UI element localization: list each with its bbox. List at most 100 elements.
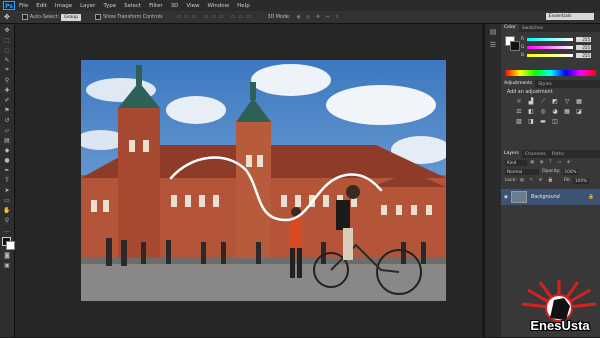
threshold-icon[interactable]: ◨ bbox=[527, 118, 535, 125]
stamp-icon[interactable]: ⚑ bbox=[2, 106, 12, 114]
layer-kind-filter[interactable]: Kind bbox=[505, 159, 527, 166]
tab-paths[interactable]: Paths bbox=[549, 152, 567, 157]
blend-mode-select[interactable]: Normal bbox=[505, 168, 539, 175]
menu-3d[interactable]: 3D bbox=[171, 3, 179, 9]
levels-icon[interactable]: ▟ bbox=[527, 98, 535, 105]
channel-mixer-icon[interactable]: ◕ bbox=[551, 108, 559, 115]
workspace-select[interactable]: Essentials bbox=[546, 13, 594, 20]
red-value[interactable]: 255 bbox=[576, 36, 591, 42]
auto-select-checkbox[interactable] bbox=[21, 14, 28, 20]
lasso-icon[interactable]: ◌ bbox=[2, 46, 12, 54]
type-icon[interactable]: T bbox=[2, 176, 12, 184]
quick-select-icon[interactable]: ✎ bbox=[2, 56, 12, 64]
blue-slider-track[interactable] bbox=[527, 53, 573, 57]
blue-slider[interactable]: B 255 bbox=[521, 51, 600, 59]
exposure-icon[interactable]: ◩ bbox=[551, 98, 559, 105]
green-slider[interactable]: G 255 bbox=[521, 43, 600, 51]
hue-saturation-icon[interactable]: ▦ bbox=[575, 98, 583, 105]
auto-select-option[interactable]: Auto-Select: Group bbox=[21, 13, 81, 21]
menu-view[interactable]: View bbox=[186, 3, 199, 9]
layers-panel: Kind ▣ ◉ T ▭ ◈ Normal Opacity: 100% Lock… bbox=[501, 158, 600, 205]
show-transform-checkbox[interactable] bbox=[94, 14, 101, 20]
invert-icon[interactable]: ◪ bbox=[575, 108, 583, 115]
red-slider-track[interactable] bbox=[527, 37, 573, 41]
gradient-map-icon[interactable]: ▬ bbox=[539, 118, 547, 125]
layer-filter-row: Kind ▣ ◉ T ▭ ◈ bbox=[501, 158, 600, 167]
selective-color-icon[interactable]: ◫ bbox=[551, 118, 559, 125]
menu-window[interactable]: Window bbox=[207, 3, 229, 9]
layer-background[interactable]: ◉ Background 🔒 bbox=[501, 189, 600, 205]
eyedropper-icon[interactable]: ⚲ bbox=[2, 76, 12, 84]
menu-edit[interactable]: Edit bbox=[36, 3, 47, 9]
menu-select[interactable]: Select bbox=[124, 3, 141, 9]
color-balance-icon[interactable]: ⚖ bbox=[515, 108, 523, 115]
auto-select-dropdown[interactable]: Group bbox=[61, 13, 81, 21]
fill-label: Fill: bbox=[563, 178, 571, 183]
dodge-icon[interactable]: ● bbox=[2, 156, 12, 164]
menu-layer[interactable]: Layer bbox=[80, 3, 95, 9]
eraser-icon[interactable]: ▱ bbox=[2, 126, 12, 134]
lock-icons[interactable]: ▦ ✎ ✥ 🔒 bbox=[520, 178, 556, 183]
layer-filter-icons[interactable]: ▣ ◉ T ▭ ◈ bbox=[530, 160, 572, 165]
gradient-icon[interactable]: ▤ bbox=[2, 136, 12, 144]
layer-lock-icon: 🔒 bbox=[588, 194, 594, 200]
healing-icon[interactable]: ✚ bbox=[2, 86, 12, 94]
brightness-icon[interactable]: ☼ bbox=[515, 98, 523, 105]
visibility-eye-icon[interactable]: ◉ bbox=[501, 195, 511, 200]
3d-mode-icons[interactable]: ◉ ◎ ✥ ⇔ ⇳ bbox=[296, 15, 341, 20]
background-color[interactable] bbox=[5, 241, 15, 250]
curves-icon[interactable]: ⟋ bbox=[539, 98, 547, 105]
red-slider[interactable]: R 255 bbox=[521, 35, 600, 43]
brush-icon[interactable]: ✐ bbox=[2, 96, 12, 104]
hand-icon[interactable]: ✋ bbox=[2, 206, 12, 214]
menu-filter[interactable]: Filter bbox=[149, 3, 163, 9]
tab-color[interactable]: Color bbox=[501, 24, 519, 32]
path-select-icon[interactable]: ➤ bbox=[2, 186, 12, 194]
adjustment-icons: ☼ ▟ ⟋ ◩ ▽ ▦ ⚖ ◧ ◎ ◕ ▦ ◪ ▨ ◨ ▬ ◫ bbox=[515, 98, 600, 126]
menu-image[interactable]: Image bbox=[55, 3, 72, 9]
fill-value[interactable]: 100% bbox=[573, 177, 589, 184]
tab-styles[interactable]: Styles bbox=[535, 82, 555, 87]
green-slider-track[interactable] bbox=[527, 45, 573, 49]
posterize-icon[interactable]: ▨ bbox=[515, 118, 523, 125]
tab-adjustments[interactable]: Adjustments bbox=[501, 80, 536, 88]
tab-channels[interactable]: Channels bbox=[522, 152, 549, 157]
tab-layers[interactable]: Layers bbox=[501, 150, 522, 158]
crop-icon[interactable]: ⌗ bbox=[2, 66, 12, 74]
align-icons[interactable]: ▭▭▭ ▭▭▭ ▭▭▭ bbox=[177, 15, 254, 20]
marquee-icon[interactable]: ⬚ bbox=[2, 36, 12, 44]
show-transform-option[interactable]: Show Transform Controls bbox=[94, 14, 163, 20]
color-spectrum[interactable] bbox=[505, 70, 596, 76]
color-panel-tabs: Color Swatches bbox=[501, 24, 600, 32]
more-tools-icon[interactable]: … bbox=[2, 226, 12, 234]
tools-panel: ✥ ⬚ ◌ ✎ ⌗ ⚲ ✚ ✐ ⚑ ↺ ▱ ▤ ◆ ● ✒ T ➤ ▭ ✋ ⚲ … bbox=[0, 24, 15, 337]
green-value[interactable]: 255 bbox=[576, 44, 591, 50]
adjustments-panel-tabs: Adjustments Styles bbox=[501, 80, 600, 88]
document-canvas[interactable] bbox=[81, 60, 446, 301]
layer-name[interactable]: Background bbox=[531, 195, 588, 200]
history-panel-icon[interactable]: ▤ bbox=[488, 27, 498, 37]
color-background-swatch[interactable] bbox=[510, 41, 520, 51]
blue-value[interactable]: 255 bbox=[576, 52, 591, 58]
menu-type[interactable]: Type bbox=[103, 3, 116, 9]
shape-icon[interactable]: ▭ bbox=[2, 196, 12, 204]
color-swatches[interactable] bbox=[1, 237, 15, 250]
zoom-icon[interactable]: ⚲ bbox=[2, 216, 12, 224]
pen-icon[interactable]: ✒ bbox=[2, 166, 12, 174]
quick-mask-icon[interactable]: ◙ bbox=[2, 251, 12, 259]
color-lookup-icon[interactable]: ▦ bbox=[563, 108, 571, 115]
menu-help[interactable]: Help bbox=[237, 3, 250, 9]
history-brush-icon[interactable]: ↺ bbox=[2, 116, 12, 124]
opacity-value[interactable]: 100% bbox=[562, 168, 579, 175]
channel-watermark: EnesUsta bbox=[520, 280, 598, 336]
photo-filter-icon[interactable]: ◎ bbox=[539, 108, 547, 115]
blur-icon[interactable]: ◆ bbox=[2, 146, 12, 154]
move-tool-icon[interactable]: ✥ bbox=[4, 13, 10, 21]
screen-mode-icon[interactable]: ▣ bbox=[2, 261, 12, 269]
move-icon[interactable]: ✥ bbox=[2, 26, 12, 34]
tab-swatches[interactable]: Swatches bbox=[519, 26, 547, 31]
menu-file[interactable]: File bbox=[19, 3, 28, 9]
properties-panel-icon[interactable]: ☰ bbox=[488, 40, 498, 50]
black-white-icon[interactable]: ◧ bbox=[527, 108, 535, 115]
vibrance-icon[interactable]: ▽ bbox=[563, 98, 571, 105]
